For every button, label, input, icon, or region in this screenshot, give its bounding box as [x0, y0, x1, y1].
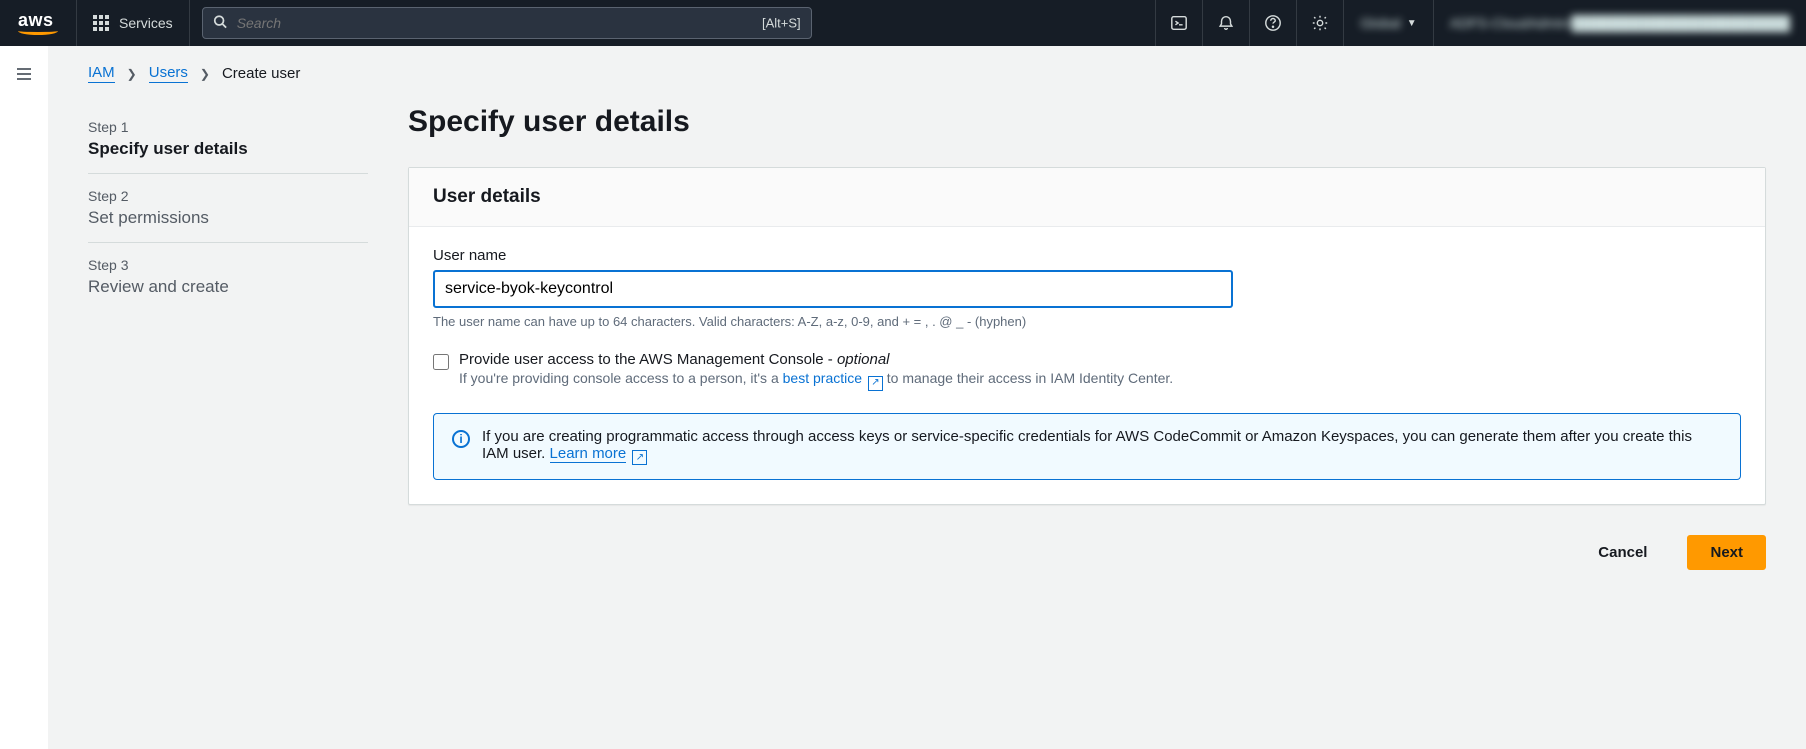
grid-icon	[93, 15, 109, 31]
chevron-right-icon: ❯	[127, 67, 137, 81]
search-input[interactable]	[203, 8, 811, 38]
step-1[interactable]: Step 1 Specify user details	[88, 105, 368, 174]
step-title: Review and create	[88, 277, 368, 297]
region-selector[interactable]: Global ▼	[1343, 0, 1432, 46]
step-number: Step 3	[88, 257, 368, 273]
account-label: ADFS-CloudAdmin/██████████████████████	[1450, 15, 1790, 31]
services-menu[interactable]: Services	[77, 0, 190, 46]
topnav-right: Global ▼ ADFS-CloudAdmin/███████████████…	[1155, 0, 1806, 46]
best-practice-link[interactable]: best practice	[783, 370, 862, 386]
side-nav-toggle[interactable]	[6, 56, 42, 92]
cancel-button[interactable]: Cancel	[1576, 536, 1669, 569]
cloudshell-icon[interactable]	[1155, 0, 1202, 46]
notifications-icon[interactable]	[1202, 0, 1249, 46]
aws-logo-text: aws	[18, 10, 54, 30]
external-link-icon: ↗	[868, 376, 883, 391]
step-number: Step 1	[88, 119, 368, 135]
help-icon[interactable]	[1249, 0, 1296, 46]
console-access-label-text: Provide user access to the AWS Managemen…	[459, 351, 837, 368]
console-access-sub-post: to manage their access in IAM Identity C…	[883, 370, 1173, 386]
breadcrumb: IAM ❯ Users ❯ Create user	[88, 64, 1766, 83]
main-content: Specify user details User details User n…	[408, 105, 1766, 570]
info-box: i If you are creating programmatic acces…	[433, 413, 1741, 481]
breadcrumb-iam[interactable]: IAM	[88, 64, 115, 83]
region-label: Global	[1360, 15, 1400, 31]
aws-logo[interactable]: aws	[0, 0, 77, 46]
search-shortcut-hint: [Alt+S]	[762, 16, 801, 31]
console-access-optional: optional	[837, 351, 890, 368]
console-access-checkbox[interactable]	[433, 354, 449, 370]
page-title: Specify user details	[408, 105, 1766, 139]
info-text: If you are creating programmatic access …	[482, 428, 1722, 466]
external-link-icon: ↗	[632, 450, 647, 465]
settings-icon[interactable]	[1296, 0, 1343, 46]
footer-actions: Cancel Next	[408, 535, 1766, 570]
step-number: Step 2	[88, 188, 368, 204]
console-access-sub: If you're providing console access to a …	[459, 370, 1173, 391]
info-icon: i	[452, 430, 470, 448]
username-hint: The user name can have up to 64 characte…	[433, 314, 1741, 329]
step-2[interactable]: Step 2 Set permissions	[88, 174, 368, 243]
step-title: Specify user details	[88, 139, 368, 159]
wizard-steps: Step 1 Specify user details Step 2 Set p…	[88, 105, 368, 570]
panel-title: User details	[433, 186, 1741, 208]
console-access-sub-pre: If you're providing console access to a …	[459, 370, 783, 386]
global-search[interactable]: [Alt+S]	[202, 7, 812, 39]
next-button[interactable]: Next	[1687, 535, 1766, 570]
learn-more-link[interactable]: Learn more	[550, 445, 627, 463]
username-input[interactable]	[433, 270, 1233, 308]
step-title: Set permissions	[88, 208, 368, 228]
panel-header: User details	[409, 168, 1765, 227]
console-access-label: Provide user access to the AWS Managemen…	[459, 351, 1173, 368]
breadcrumb-users[interactable]: Users	[149, 64, 188, 83]
workarea: IAM ❯ Users ❯ Create user Step 1 Specify…	[48, 46, 1806, 749]
topnav: aws Services [Alt+S]	[0, 0, 1806, 46]
breadcrumb-current: Create user	[222, 65, 300, 82]
account-menu[interactable]: ADFS-CloudAdmin/██████████████████████	[1433, 0, 1806, 46]
chevron-right-icon: ❯	[200, 67, 210, 81]
services-label: Services	[119, 15, 173, 31]
step-3[interactable]: Step 3 Review and create	[88, 243, 368, 311]
search-icon	[213, 15, 227, 32]
chevron-down-icon: ▼	[1407, 18, 1417, 29]
username-label: User name	[433, 247, 1741, 264]
user-details-panel: User details User name The user name can…	[408, 167, 1766, 505]
